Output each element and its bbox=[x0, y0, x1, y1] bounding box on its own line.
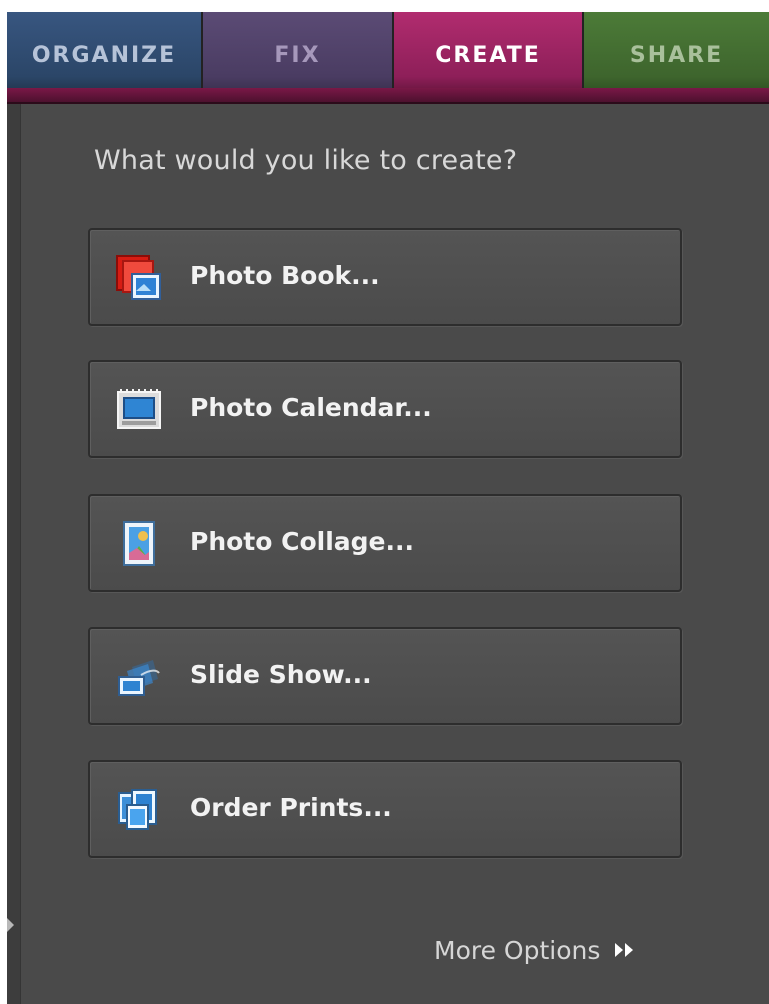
double-chevron-right-icon bbox=[615, 943, 634, 957]
workspace-tabs: ORGANIZE FIX CREATE SHARE bbox=[7, 12, 769, 98]
photo-collage-label: Photo Collage... bbox=[190, 527, 414, 556]
collapse-arrow-icon[interactable] bbox=[7, 918, 14, 932]
more-options-label: More Options bbox=[434, 935, 601, 965]
slide-show-button[interactable]: Slide Show... bbox=[88, 627, 682, 725]
elements-task-panel: ORGANIZE FIX CREATE SHARE What would you… bbox=[0, 0, 769, 1004]
top-margin bbox=[0, 0, 769, 12]
left-margin bbox=[0, 0, 7, 1004]
photo-collage-button[interactable]: Photo Collage... bbox=[88, 494, 682, 592]
create-prompt: What would you like to create? bbox=[94, 145, 518, 176]
order-prints-icon bbox=[118, 789, 157, 830]
tab-create[interactable]: CREATE bbox=[394, 12, 584, 98]
photo-book-icon bbox=[116, 255, 161, 300]
tab-share[interactable]: SHARE bbox=[584, 12, 769, 98]
photo-book-label: Photo Book... bbox=[190, 261, 380, 290]
photo-calendar-icon bbox=[117, 389, 161, 429]
order-prints-button[interactable]: Order Prints... bbox=[88, 760, 682, 858]
photo-calendar-label: Photo Calendar... bbox=[190, 393, 432, 422]
photo-book-button[interactable]: Photo Book... bbox=[88, 228, 682, 326]
panel-side-edge bbox=[7, 104, 21, 1004]
photo-collage-icon bbox=[123, 521, 155, 566]
more-options-link[interactable]: More Options bbox=[434, 930, 636, 970]
tab-organize[interactable]: ORGANIZE bbox=[7, 12, 203, 98]
tab-fix[interactable]: FIX bbox=[203, 12, 394, 98]
slide-show-label: Slide Show... bbox=[190, 660, 372, 689]
active-tab-accent-bar bbox=[7, 88, 769, 104]
photo-calendar-button[interactable]: Photo Calendar... bbox=[88, 360, 682, 458]
slide-show-icon bbox=[118, 660, 160, 696]
order-prints-label: Order Prints... bbox=[190, 793, 392, 822]
